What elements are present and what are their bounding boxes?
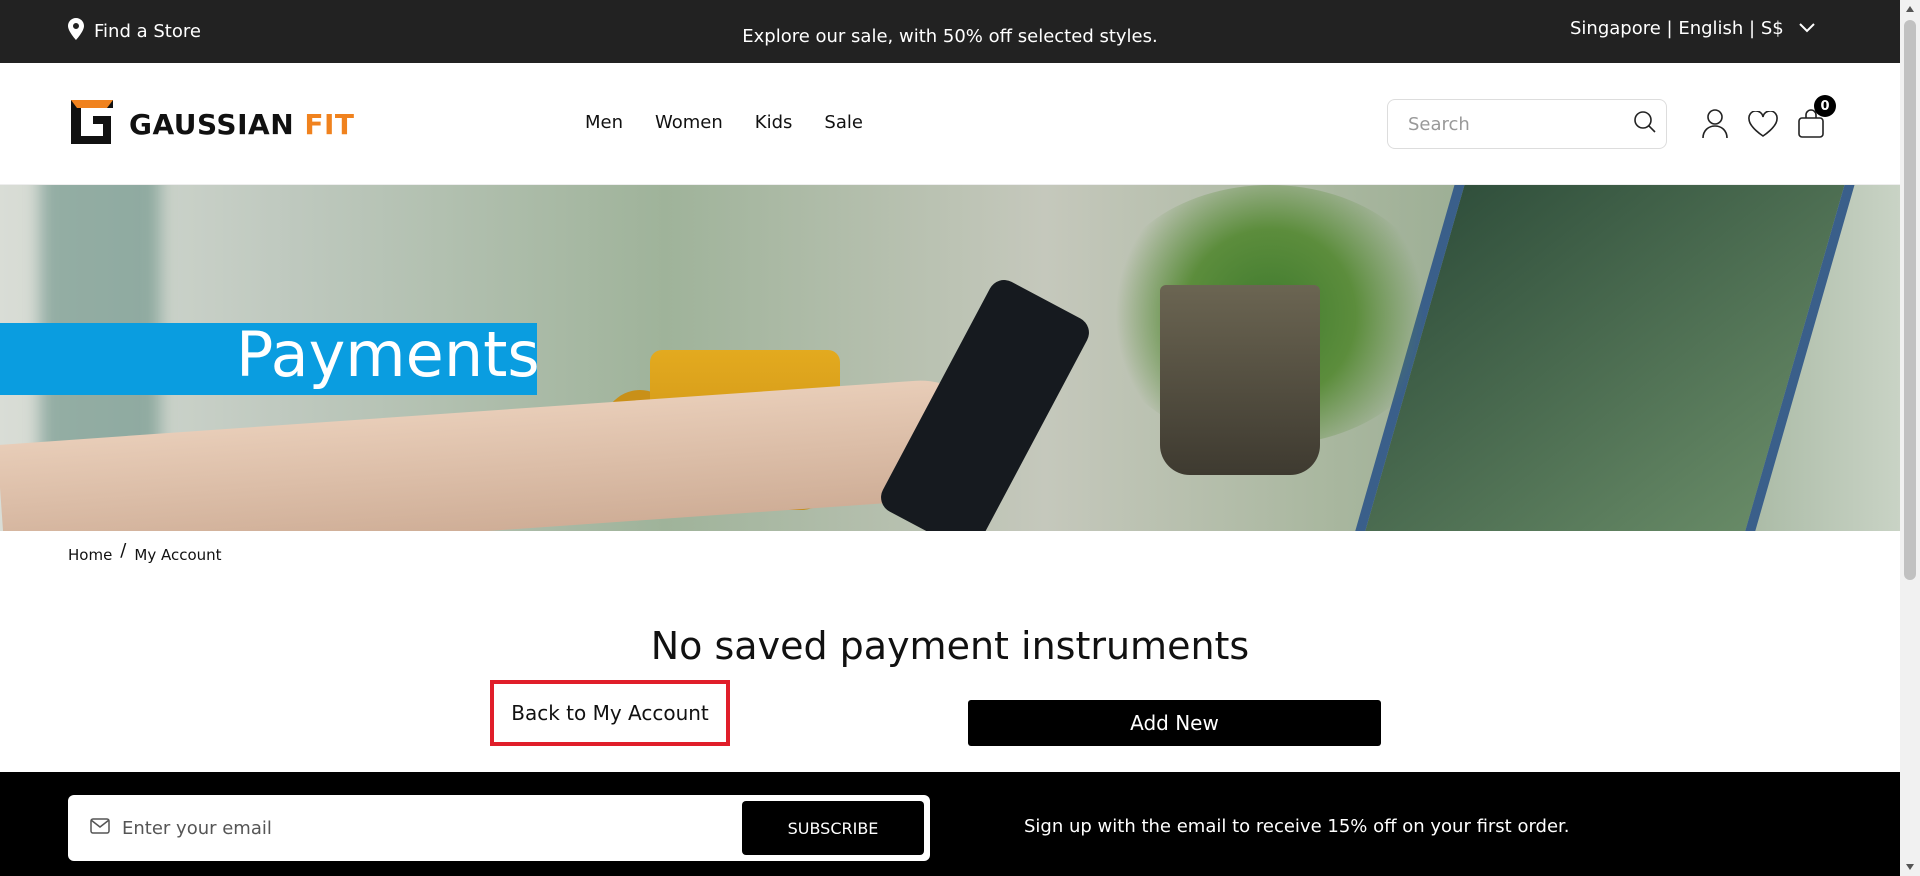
breadcrumb-my-account[interactable]: My Account [134,546,221,564]
locale-selector[interactable]: Singapore | English | S$ [1570,18,1816,39]
logo-mark-icon [67,96,117,152]
breadcrumb-separator: / [120,540,127,561]
site-header: GAUSSIAN FIT Men Women Kids Sale 0 [0,63,1900,185]
top-bar: Find a Store Explore our sale, with 50% … [0,0,1900,63]
scrollbar-thumb[interactable] [1904,20,1916,580]
nav-item-sale[interactable]: Sale [824,112,863,133]
scroll-down-arrow-icon[interactable] [1906,864,1914,870]
nav-item-women[interactable]: Women [655,112,723,133]
signup-offer-text: Sign up with the email to receive 15% of… [1024,816,1570,837]
add-new-payment-button[interactable]: Add New [968,700,1381,746]
cart-icon[interactable]: 0 [1796,95,1836,139]
email-input[interactable] [122,817,742,839]
search-box [1387,99,1667,149]
hero-pot-image [1160,285,1320,475]
scroll-up-arrow-icon[interactable] [1906,6,1914,12]
hero-banner: Payments [0,185,1900,531]
page-scrollbar[interactable] [1900,0,1920,876]
page-title: Payments [236,318,540,391]
locale-label: Singapore | English | S$ [1570,18,1784,39]
empty-state-heading: No saved payment instruments [650,624,1250,668]
main-nav: Men Women Kids Sale [585,112,863,133]
newsletter-footer: SUBSCRIBE Sign up with the email to rece… [0,772,1900,876]
chevron-down-icon [1798,18,1816,39]
nav-item-men[interactable]: Men [585,112,623,133]
back-to-account-button[interactable]: Back to My Account [490,680,730,746]
nav-item-kids[interactable]: Kids [755,112,793,133]
subscribe-button[interactable]: SUBSCRIBE [742,801,924,855]
logo-wordmark: GAUSSIAN FIT [129,107,355,141]
wishlist-heart-icon[interactable] [1748,109,1778,139]
brand-logo[interactable]: GAUSSIAN FIT [67,96,355,152]
header-icons: 0 [1700,95,1836,139]
breadcrumb: Home / My Account [68,540,222,564]
cart-count-badge: 0 [1814,95,1836,117]
search-icon[interactable] [1633,110,1657,138]
breadcrumb-home[interactable]: Home [68,546,112,564]
newsletter-form: SUBSCRIBE [68,795,930,861]
mail-icon [90,818,110,838]
search-input[interactable] [1408,113,1633,135]
account-icon[interactable] [1700,109,1730,139]
